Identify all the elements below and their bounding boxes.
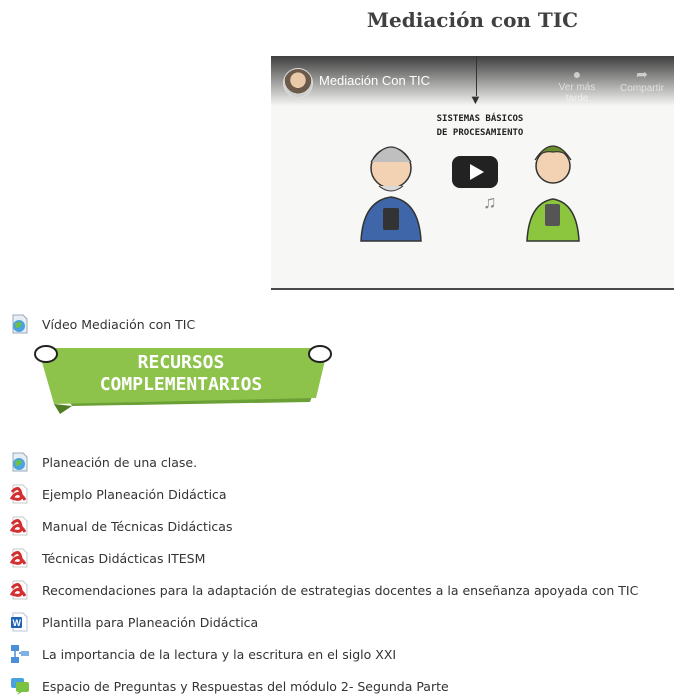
recursos-banner: RECURSOS COMPLEMENTARIOS bbox=[32, 340, 338, 420]
channel-avatar[interactable] bbox=[283, 68, 313, 98]
resource-link-recomendaciones[interactable]: Recomendaciones para la adaptación de es… bbox=[9, 580, 638, 600]
url-icon bbox=[10, 314, 30, 334]
resource-link-video[interactable]: Vídeo Mediación con TIC bbox=[10, 314, 195, 334]
resource-link-lectura-escritura[interactable]: La importancia de la lectura y la escrit… bbox=[10, 644, 396, 664]
share-button[interactable]: ➦ Compartir bbox=[611, 66, 673, 94]
watch-later-button[interactable]: ● Ver más tarde bbox=[547, 66, 607, 104]
resource-link-tecnicas-itesm[interactable]: Técnicas Didácticas ITESM bbox=[9, 548, 205, 568]
young-man-figure bbox=[526, 145, 580, 242]
resource-link-manual-tecnicas[interactable]: Manual de Técnicas Didácticas bbox=[9, 516, 232, 536]
resource-link-foro[interactable]: Espacio de Preguntas y Respuestas del mó… bbox=[10, 676, 449, 696]
clock-icon: ● bbox=[572, 66, 582, 82]
pdf-icon bbox=[9, 484, 30, 504]
url-icon bbox=[10, 452, 30, 472]
share-icon: ➦ bbox=[636, 66, 648, 82]
video-embed[interactable]: Mediación Con TIC ● Ver más tarde ➦ Comp… bbox=[271, 56, 674, 290]
section-title: Mediación con TIC bbox=[366, 8, 579, 32]
music-note-icon: ♫ bbox=[483, 192, 497, 212]
word-icon: W bbox=[10, 612, 30, 632]
video-title[interactable]: Mediación Con TIC bbox=[319, 73, 430, 88]
arrow-line bbox=[476, 56, 477, 96]
pdf-icon bbox=[9, 548, 30, 568]
resource-link-ejemplo-planeacion[interactable]: Ejemplo Planeación Didáctica bbox=[9, 484, 227, 504]
play-button[interactable] bbox=[452, 156, 498, 188]
resource-link-planeacion-clase[interactable]: Planeación de una clase. bbox=[10, 452, 197, 472]
svg-text:W: W bbox=[13, 618, 22, 628]
mindmap-icon bbox=[10, 644, 30, 664]
old-man-figure bbox=[360, 146, 422, 242]
arrow-down-icon: ▼ bbox=[469, 92, 482, 107]
video-caption: SISTEMAS BÁSICOS DE PROCESAMIENTO bbox=[436, 114, 524, 138]
pdf-icon bbox=[9, 580, 30, 600]
forum-icon bbox=[10, 676, 30, 696]
resource-link-plantilla[interactable]: W Plantilla para Planeación Didáctica bbox=[10, 612, 258, 632]
banner-text: RECURSOS COMPLEMENTARIOS bbox=[99, 352, 263, 395]
pdf-icon bbox=[9, 516, 30, 536]
